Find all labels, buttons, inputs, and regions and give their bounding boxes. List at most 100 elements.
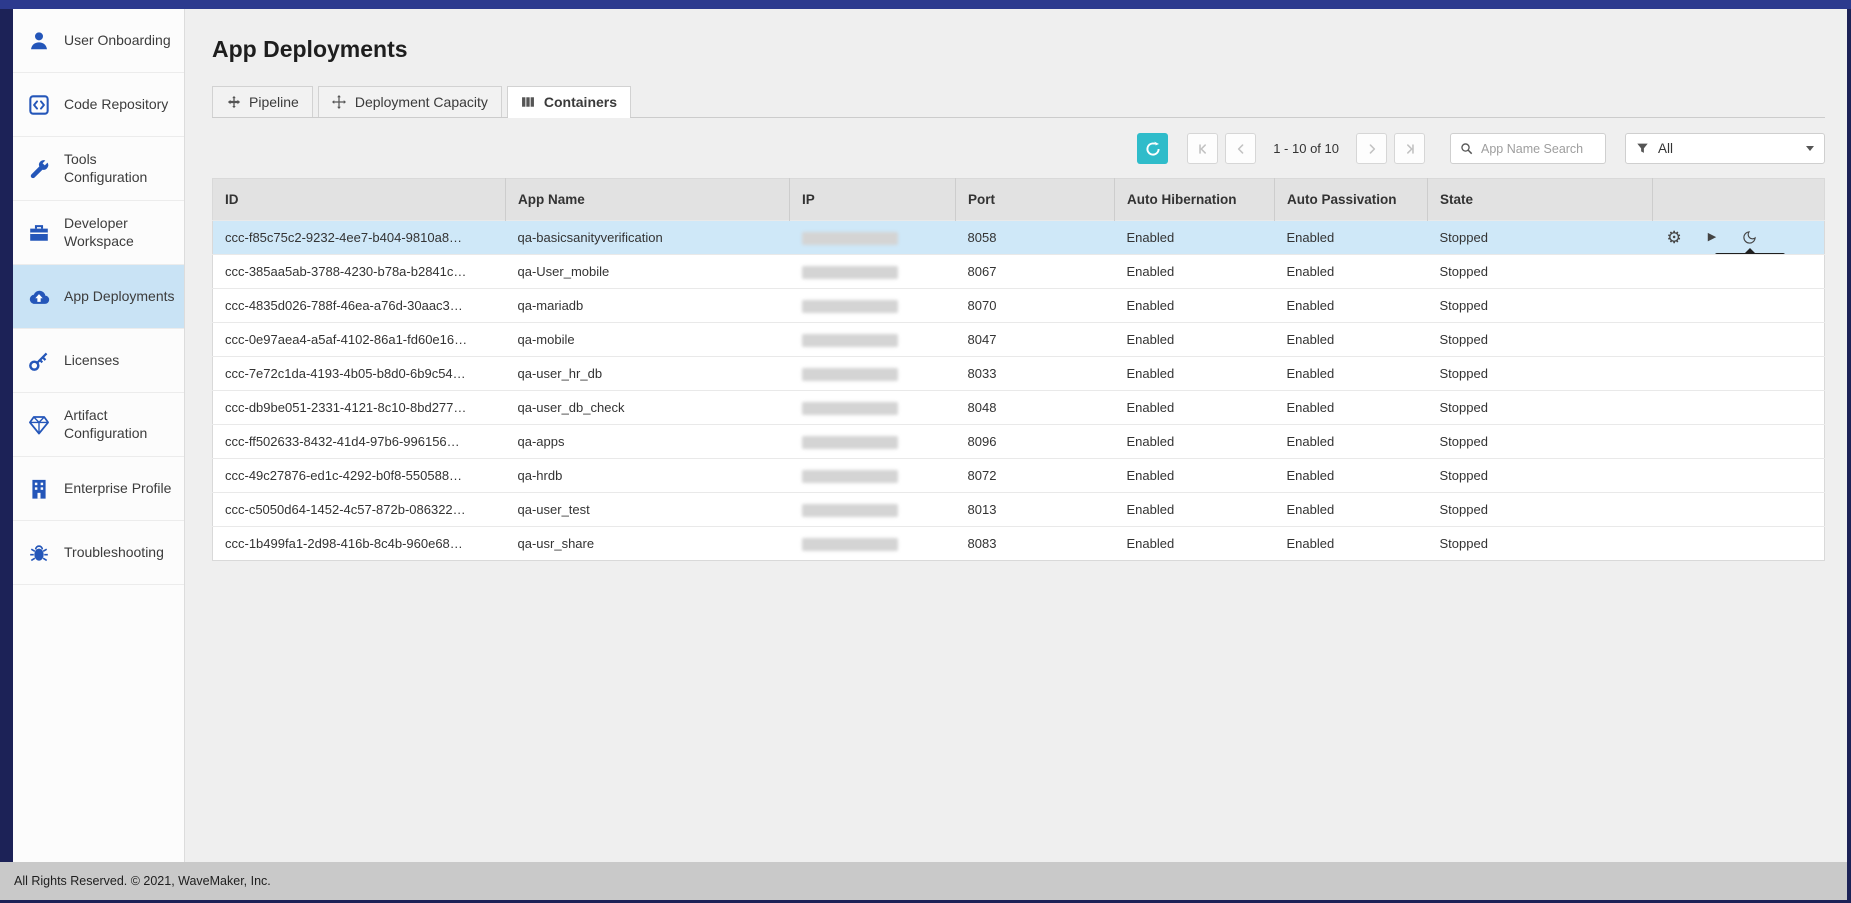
cell-actions: [1653, 323, 1825, 357]
cell-port: 8072: [956, 459, 1115, 493]
sidebar-item-label: Enterprise Profile: [64, 480, 171, 498]
column-header-auto-passivation: Auto Passivation: [1275, 179, 1428, 221]
wrench-icon: [27, 157, 51, 181]
sidebar-item-enterprise-profile[interactable]: Enterprise Profile: [13, 457, 184, 521]
column-header-state: State: [1428, 179, 1653, 221]
sidebar-item-troubleshooting[interactable]: Troubleshooting: [13, 521, 184, 585]
column-header-ip: IP: [790, 179, 956, 221]
cell-auto-passivation: Enabled: [1275, 391, 1428, 425]
cell-state: Stopped: [1428, 459, 1653, 493]
cell-id: ccc-4835d026-788f-46ea-a76d-30aac3…: [213, 289, 506, 323]
gear-icon[interactable]: ⚙: [1667, 229, 1682, 246]
cell-state: Stopped: [1428, 255, 1653, 289]
cell-app-name: qa-basicsanityverification: [506, 221, 790, 255]
cell-auto-passivation: Enabled: [1275, 357, 1428, 391]
cell-auto-hibernation: Enabled: [1115, 255, 1275, 289]
cell-id: ccc-f85c75c2-9232-4ee7-b404-9810a8…: [213, 221, 506, 255]
table-row[interactable]: ccc-1b499fa1-2d98-416b-8c4b-960e68… qa-u…: [213, 527, 1825, 561]
cell-auto-passivation: Enabled: [1275, 459, 1428, 493]
sidebar-item-label: Tools Configuration: [64, 151, 176, 186]
capacity-icon: [332, 95, 347, 110]
sidebar: User Onboarding Code Repository Tools Co…: [13, 9, 185, 862]
cell-id: ccc-ff502633-8432-41d4-97b6-996156…: [213, 425, 506, 459]
cell-id: ccc-0e97aea4-a5af-4102-86a1-fd60e16…: [213, 323, 506, 357]
next-page-button[interactable]: [1356, 133, 1387, 164]
tab-pipeline[interactable]: Pipeline: [212, 86, 313, 117]
ip-redacted-value: [802, 334, 898, 347]
refresh-button[interactable]: [1137, 133, 1168, 164]
cell-actions: [1653, 425, 1825, 459]
cell-actions: [1653, 527, 1825, 561]
cell-actions: [1653, 493, 1825, 527]
table-row[interactable]: ccc-f85c75c2-9232-4ee7-b404-9810a8… qa-b…: [213, 221, 1825, 255]
footer: All Rights Reserved. © 2021, WaveMaker, …: [0, 862, 1847, 900]
chevron-down-icon: [1806, 146, 1814, 151]
cell-auto-passivation: Enabled: [1275, 289, 1428, 323]
cell-port: 8013: [956, 493, 1115, 527]
cell-id: ccc-385aa5ab-3788-4230-b78a-b2841c…: [213, 255, 506, 289]
table-row[interactable]: ccc-0e97aea4-a5af-4102-86a1-fd60e16… qa-…: [213, 323, 1825, 357]
prev-page-button[interactable]: [1225, 133, 1256, 164]
sidebar-item-licenses[interactable]: Licenses: [13, 329, 184, 393]
cell-state: Stopped: [1428, 391, 1653, 425]
first-page-button[interactable]: [1187, 133, 1218, 164]
cell-ip: [790, 527, 956, 561]
tab-containers[interactable]: Containers: [507, 86, 631, 117]
cell-auto-hibernation: Enabled: [1115, 391, 1275, 425]
cell-ip: [790, 493, 956, 527]
cell-app-name: qa-user_db_check: [506, 391, 790, 425]
table-row[interactable]: ccc-db9be051-2331-4121-8c10-8bd277… qa-u…: [213, 391, 1825, 425]
cell-auto-hibernation: Enabled: [1115, 425, 1275, 459]
cell-state: Stopped: [1428, 527, 1653, 561]
search-input[interactable]: [1479, 141, 1596, 157]
cell-app-name: qa-user_hr_db: [506, 357, 790, 391]
ip-redacted-value: [802, 470, 898, 483]
cell-app-name: qa-User_mobile: [506, 255, 790, 289]
tab-deployment-capacity[interactable]: Deployment Capacity: [318, 86, 502, 117]
cell-app-name: qa-hrdb: [506, 459, 790, 493]
sidebar-item-artifact-configuration[interactable]: Artifact Configuration: [13, 393, 184, 457]
table-row[interactable]: ccc-7e72c1da-4193-4b05-b8d0-6b9c54… qa-u…: [213, 357, 1825, 391]
tab-label: Deployment Capacity: [355, 94, 488, 110]
table-row[interactable]: ccc-ff502633-8432-41d4-97b6-996156… qa-a…: [213, 425, 1825, 459]
table-row[interactable]: ccc-c5050d64-1452-4c57-872b-086322… qa-u…: [213, 493, 1825, 527]
sidebar-item-tools-configuration[interactable]: Tools Configuration: [13, 137, 184, 201]
table-row[interactable]: ccc-49c27876-ed1c-4292-b0f8-550588… qa-h…: [213, 459, 1825, 493]
footer-text: All Rights Reserved. © 2021, WaveMaker, …: [14, 874, 271, 888]
filter-dropdown[interactable]: All: [1625, 133, 1825, 164]
cell-port: 8083: [956, 527, 1115, 561]
sidebar-item-code-repository[interactable]: Code Repository: [13, 73, 184, 137]
ip-redacted-value: [802, 436, 898, 449]
cell-app-name: qa-mariadb: [506, 289, 790, 323]
user-icon: [27, 29, 51, 53]
containers-icon: [521, 95, 536, 110]
cell-ip: [790, 255, 956, 289]
play-icon[interactable]: ▶: [1708, 232, 1716, 243]
first-page-icon: [1196, 142, 1210, 156]
sidebar-item-label: App Deployments: [64, 288, 175, 306]
cell-auto-passivation: Enabled: [1275, 425, 1428, 459]
sidebar-item-app-deployments[interactable]: App Deployments: [13, 265, 184, 329]
sidebar-item-label: Developer Workspace: [64, 215, 176, 250]
table-row[interactable]: ccc-4835d026-788f-46ea-a76d-30aac3… qa-m…: [213, 289, 1825, 323]
sidebar-item-user-onboarding[interactable]: User Onboarding: [13, 9, 184, 73]
cell-ip: [790, 425, 956, 459]
toolbar: 1 - 10 of 10 All: [212, 133, 1825, 164]
moon-icon[interactable]: Passivate: [1742, 230, 1757, 245]
cell-app-name: qa-apps: [506, 425, 790, 459]
column-header-id: ID: [213, 179, 506, 221]
page-title: App Deployments: [212, 36, 1825, 63]
cell-auto-hibernation: Enabled: [1115, 357, 1275, 391]
cell-port: 8048: [956, 391, 1115, 425]
last-page-button[interactable]: [1394, 133, 1425, 164]
cell-state: Stopped: [1428, 289, 1653, 323]
cell-ip: [790, 357, 956, 391]
ip-redacted-value: [802, 504, 898, 517]
cell-auto-hibernation: Enabled: [1115, 459, 1275, 493]
cell-auto-hibernation: Enabled: [1115, 289, 1275, 323]
search-icon: [1460, 142, 1473, 155]
cell-auto-hibernation: Enabled: [1115, 323, 1275, 357]
sidebar-item-developer-workspace[interactable]: Developer Workspace: [13, 201, 184, 265]
table-row[interactable]: ccc-385aa5ab-3788-4230-b78a-b2841c… qa-U…: [213, 255, 1825, 289]
table-body: ccc-f85c75c2-9232-4ee7-b404-9810a8… qa-b…: [213, 221, 1825, 561]
